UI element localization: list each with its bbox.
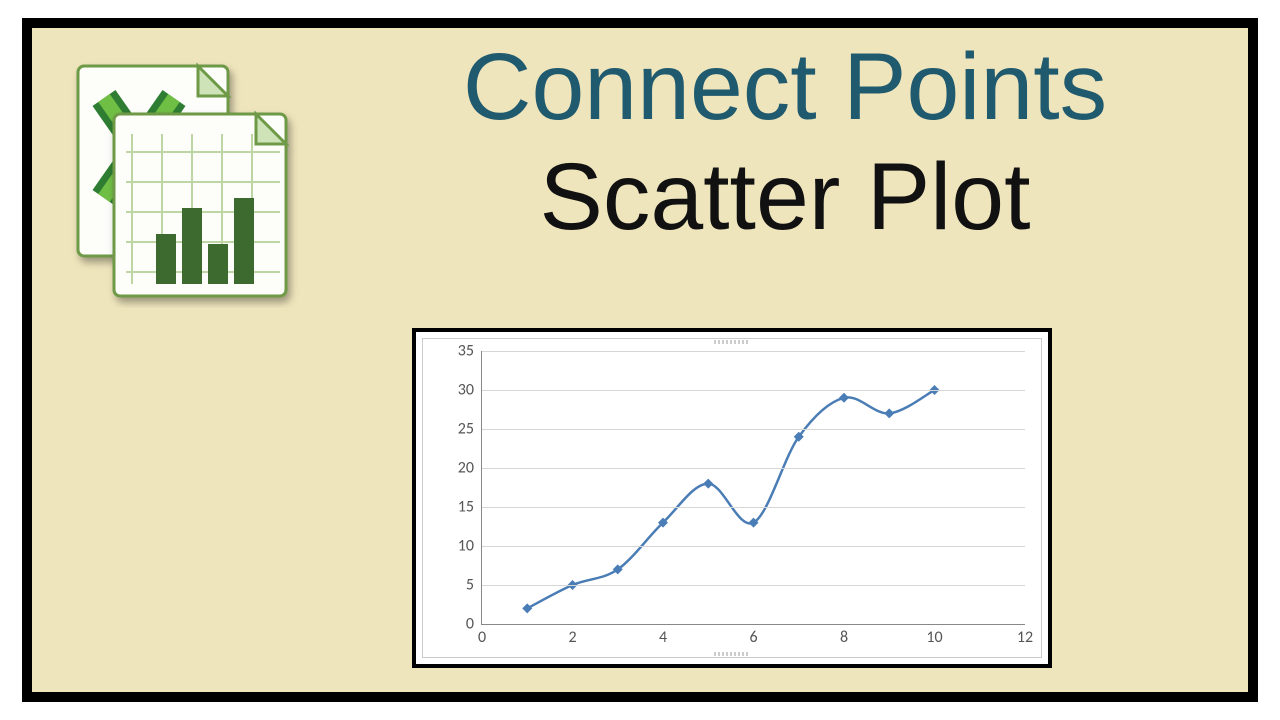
title-line-2: Scatter Plot: [362, 148, 1208, 248]
y-tick-label: 5: [466, 576, 482, 595]
slide-frame: Connect Points Scatter Plot 051015202530…: [22, 18, 1258, 702]
y-tick-label: 15: [458, 498, 482, 517]
x-tick-label: 8: [840, 624, 848, 647]
chart-drag-handle-top[interactable]: [714, 340, 750, 344]
plot-area: 05101520253035024681012: [481, 351, 1025, 625]
gridline: [482, 546, 1025, 547]
chart-container: 05101520253035024681012: [412, 328, 1052, 668]
chart-series-svg: [482, 351, 1025, 624]
gridline: [482, 429, 1025, 430]
x-tick-label: 0: [478, 624, 486, 647]
gridline: [482, 507, 1025, 508]
title-block: Connect Points Scatter Plot: [362, 38, 1208, 248]
x-tick-label: 4: [659, 624, 667, 647]
title-line-1: Connect Points: [362, 38, 1208, 138]
gridline: [482, 585, 1025, 586]
x-tick-label: 2: [568, 624, 576, 647]
gridline: [482, 351, 1025, 352]
y-tick-label: 35: [458, 342, 482, 361]
chart-embedded: 05101520253035024681012: [422, 338, 1042, 658]
gridline: [482, 468, 1025, 469]
excel-chart-icon: [44, 48, 304, 308]
y-tick-label: 30: [458, 381, 482, 400]
y-tick-label: 10: [458, 537, 482, 556]
x-tick-label: 12: [1017, 624, 1033, 647]
x-tick-label: 10: [926, 624, 942, 647]
x-tick-label: 6: [749, 624, 757, 647]
y-tick-label: 20: [458, 459, 482, 478]
y-tick-label: 25: [458, 420, 482, 439]
gridline: [482, 390, 1025, 391]
chart-drag-handle-bottom[interactable]: [714, 652, 750, 656]
